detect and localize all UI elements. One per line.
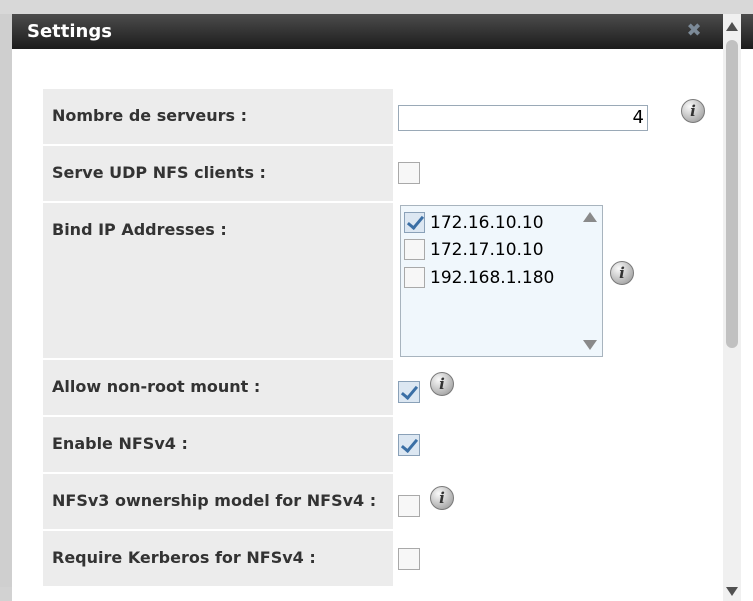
scrollbar-thumb[interactable] xyxy=(726,40,738,348)
listbox-scrollbar[interactable] xyxy=(580,206,602,356)
background-window-left xyxy=(0,14,12,601)
kerberos-checkbox[interactable] xyxy=(398,548,420,570)
non-root-label: Allow non-root mount : xyxy=(52,377,261,396)
v3-ownership-label: NFSv3 ownership model for NFSv4 : xyxy=(52,491,377,510)
bind-ip-label-cell: Bind IP Addresses : xyxy=(43,203,393,358)
bind-ip-address: 172.17.10.10 xyxy=(430,240,544,260)
v3-ownership-label-cell: NFSv3 ownership model for NFSv4 : xyxy=(43,474,393,529)
close-icon[interactable]: ✖ xyxy=(685,20,703,41)
settings-dialog: Settings ✖ Nombre de serveurs : 4 i Serv… xyxy=(12,14,753,601)
scroll-up-arrow-icon[interactable] xyxy=(726,22,738,31)
scroll-down-arrow-icon[interactable] xyxy=(583,340,597,350)
bind-ip-checkbox[interactable] xyxy=(404,239,425,260)
dialog-scrollbar[interactable] xyxy=(723,14,741,601)
non-root-checkbox[interactable] xyxy=(398,381,420,403)
list-item[interactable]: 172.17.10.10 xyxy=(404,238,582,262)
non-root-label-cell: Allow non-root mount : xyxy=(43,360,393,415)
info-icon[interactable]: i xyxy=(430,486,454,510)
dialog-titlebar[interactable]: Settings ✖ xyxy=(12,14,753,49)
bind-ip-listbox[interactable]: 172.16.10.10 172.17.10.10 192.168.1.180 xyxy=(400,205,603,357)
info-icon[interactable]: i xyxy=(681,99,705,123)
nfsv4-checkbox[interactable] xyxy=(398,434,420,456)
scroll-up-arrow-icon[interactable] xyxy=(583,212,597,222)
scroll-down-arrow-icon[interactable] xyxy=(726,587,738,596)
bind-ip-checkbox[interactable] xyxy=(404,212,425,233)
kerberos-label-cell: Require Kerberos for NFSv4 : xyxy=(43,531,393,586)
servers-label-cell: Nombre de serveurs : xyxy=(43,89,393,144)
background-window-top xyxy=(0,0,753,14)
bind-ip-address: 172.16.10.10 xyxy=(430,213,544,233)
servers-label: Nombre de serveurs : xyxy=(52,106,248,125)
info-icon[interactable]: i xyxy=(610,261,634,285)
udp-checkbox[interactable] xyxy=(398,162,420,184)
bind-ip-checkbox[interactable] xyxy=(404,267,425,288)
udp-label-cell: Serve UDP NFS clients : xyxy=(43,146,393,201)
nfsv4-label: Enable NFSv4 : xyxy=(52,434,188,453)
info-icon[interactable]: i xyxy=(430,372,454,396)
servers-input[interactable]: 4 xyxy=(398,105,648,131)
dialog-title: Settings xyxy=(27,21,112,42)
udp-label: Serve UDP NFS clients : xyxy=(52,163,266,182)
bind-ip-address: 192.168.1.180 xyxy=(430,268,555,288)
bind-ip-label: Bind IP Addresses : xyxy=(52,220,227,239)
list-item[interactable]: 172.16.10.10 xyxy=(404,211,582,235)
v3-ownership-checkbox[interactable] xyxy=(398,495,420,517)
kerberos-label: Require Kerberos for NFSv4 : xyxy=(52,548,316,567)
list-item[interactable]: 192.168.1.180 xyxy=(404,266,582,290)
nfsv4-label-cell: Enable NFSv4 : xyxy=(43,417,393,472)
dialog-content: Nombre de serveurs : 4 i Serve UDP NFS c… xyxy=(12,49,723,601)
